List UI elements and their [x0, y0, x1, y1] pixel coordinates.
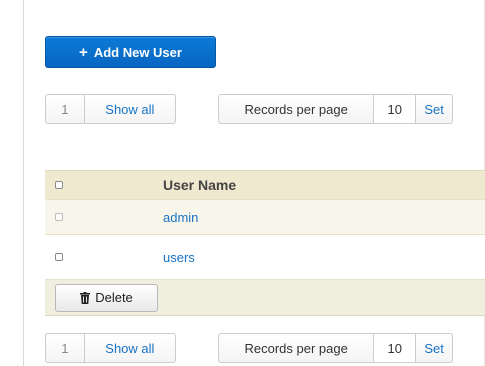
delete-button[interactable]: Delete	[55, 283, 158, 312]
records-per-page-set-button-bottom[interactable]: Set	[416, 334, 452, 362]
select-all-cell	[45, 181, 163, 189]
records-per-page-label-bottom: Records per page	[219, 334, 375, 362]
records-per-page-label: Records per page	[219, 95, 375, 123]
row-checkbox-admin[interactable]	[55, 213, 63, 221]
row-checkbox-cell	[45, 253, 163, 261]
plus-icon: +	[79, 43, 88, 61]
pagination-bottom: 1 Show all	[45, 333, 176, 363]
records-per-page-top: Records per page 10 Set	[218, 94, 453, 124]
delete-label: Delete	[95, 290, 133, 305]
user-link-users[interactable]: users	[163, 250, 195, 265]
trash-icon	[80, 291, 91, 304]
pagination-top: 1 Show all	[45, 94, 176, 124]
top-frame-edge	[0, 0, 485, 4]
select-all-checkbox[interactable]	[55, 181, 63, 189]
records-per-page-input-bottom[interactable]: 10	[374, 334, 417, 362]
show-all-link-bottom[interactable]: Show all	[85, 334, 175, 362]
table-header-row: User Name	[45, 170, 485, 200]
column-header-user-name[interactable]: User Name	[163, 177, 236, 193]
records-per-page-bottom: Records per page 10 Set	[218, 333, 453, 363]
users-table: User Name admin users Delete	[45, 170, 485, 316]
add-new-user-button[interactable]: + Add New User	[45, 36, 216, 68]
table-footer-actions: Delete	[45, 280, 485, 316]
table-row: users	[45, 235, 485, 280]
table-row: admin	[45, 200, 485, 235]
row-checkbox-cell	[45, 213, 163, 221]
page-number-1-bottom[interactable]: 1	[46, 334, 85, 362]
records-per-page-set-button[interactable]: Set	[416, 95, 452, 123]
user-link-admin[interactable]: admin	[163, 210, 198, 225]
add-new-user-label: Add New User	[93, 44, 182, 60]
show-all-link[interactable]: Show all	[85, 95, 175, 123]
records-per-page-input[interactable]: 10	[374, 95, 417, 123]
page-number-1[interactable]: 1	[46, 95, 85, 123]
content-left-border	[23, 0, 24, 366]
row-checkbox-users[interactable]	[55, 253, 63, 261]
